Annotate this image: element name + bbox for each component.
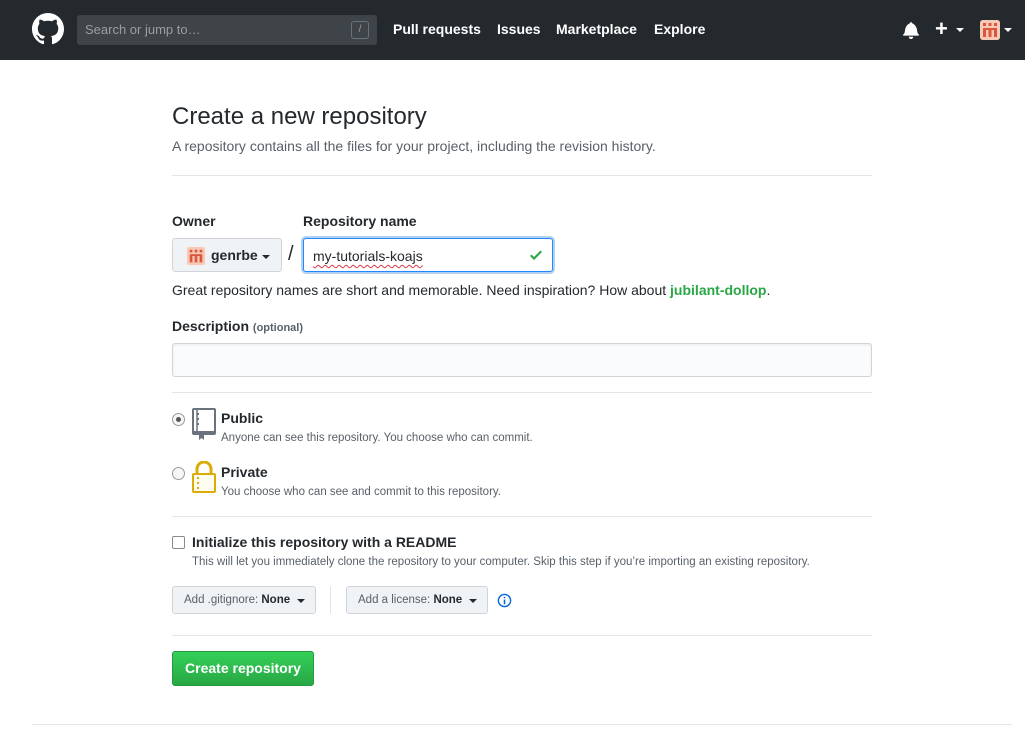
nav-explore[interactable]: Explore — [654, 21, 705, 37]
owner-name: genrbe — [211, 247, 258, 263]
description-label: Description (optional) — [172, 318, 303, 334]
owner-select-button[interactable]: genrbe — [172, 238, 282, 272]
button-separator — [330, 586, 331, 614]
nav-pull-requests[interactable]: Pull requests — [393, 21, 481, 37]
readme-checkbox[interactable] — [172, 536, 185, 549]
chevron-down-icon — [297, 599, 305, 603]
gitignore-select-button[interactable]: Add .gitignore: None — [172, 586, 316, 614]
gitignore-label: Add .gitignore: None — [184, 594, 290, 606]
footer-divider — [32, 724, 1012, 725]
global-header: Search or jump to… / Pull requests Issue… — [0, 0, 1025, 60]
info-icon[interactable] — [497, 593, 512, 608]
page-subtitle: A repository contains all the files for … — [172, 138, 656, 154]
check-icon — [530, 250, 542, 260]
license-select-button[interactable]: Add a license: None — [346, 586, 488, 614]
repo-name-input[interactable]: my-tutorials-koajs — [303, 238, 553, 272]
divider — [172, 392, 872, 393]
identicon-icon — [187, 247, 205, 265]
user-avatar[interactable] — [980, 20, 1000, 40]
name-hint: Great repository names are short and mem… — [172, 282, 770, 298]
readme-description: This will let you immediately clone the … — [192, 556, 810, 568]
public-title[interactable]: Public — [221, 410, 263, 426]
divider — [172, 175, 872, 176]
license-prefix: Add a license: — [358, 594, 434, 606]
license-label: Add a license: None — [358, 594, 462, 606]
hint-text: Great repository names are short and mem… — [172, 282, 671, 298]
private-title[interactable]: Private — [221, 464, 268, 480]
public-radio[interactable] — [172, 413, 185, 426]
repo-name-value: my-tutorials-koajs — [313, 248, 423, 264]
create-repository-button[interactable]: Create repository — [172, 651, 314, 686]
chevron-down-icon — [469, 599, 477, 603]
private-description: You choose who can see and commit to thi… — [221, 486, 501, 498]
hint-suffix: . — [766, 282, 771, 298]
nav-marketplace[interactable]: Marketplace — [556, 21, 637, 37]
search-input[interactable]: Search or jump to… / — [77, 15, 377, 45]
suggested-name-link[interactable]: jubilant-dollop — [670, 282, 766, 298]
notifications-bell-icon[interactable] — [903, 21, 919, 39]
readme-title[interactable]: Initialize this repository with a README — [192, 534, 456, 550]
gitignore-prefix: Add .gitignore: — [184, 594, 262, 606]
lock-icon — [192, 461, 216, 493]
license-value: None — [433, 594, 463, 606]
divider — [172, 516, 872, 517]
nav-issues[interactable]: Issues — [497, 21, 541, 37]
create-new-plus-icon[interactable]: + — [935, 18, 948, 40]
search-placeholder: Search or jump to… — [85, 22, 201, 37]
repo-name-label: Repository name — [303, 213, 417, 229]
gitignore-value: None — [261, 594, 291, 606]
chevron-down-icon — [262, 255, 270, 259]
optional-tag: (optional) — [252, 322, 304, 334]
user-menu-caret-icon[interactable] — [1004, 28, 1012, 32]
owner-avatar — [187, 247, 205, 265]
page-title: Create a new repository — [172, 103, 427, 130]
create-new-caret-icon[interactable] — [956, 28, 964, 32]
owner-label: Owner — [172, 213, 216, 229]
private-radio[interactable] — [172, 467, 185, 480]
owner-repo-separator: / — [288, 243, 294, 265]
divider — [172, 635, 872, 636]
repo-book-icon — [192, 408, 216, 440]
slash-shortcut-icon: / — [351, 21, 369, 39]
github-logo-icon[interactable] — [32, 13, 64, 45]
description-label-text: Description — [172, 318, 250, 334]
description-input[interactable] — [172, 343, 872, 377]
identicon-icon — [980, 20, 1000, 40]
public-description: Anyone can see this repository. You choo… — [221, 432, 533, 444]
